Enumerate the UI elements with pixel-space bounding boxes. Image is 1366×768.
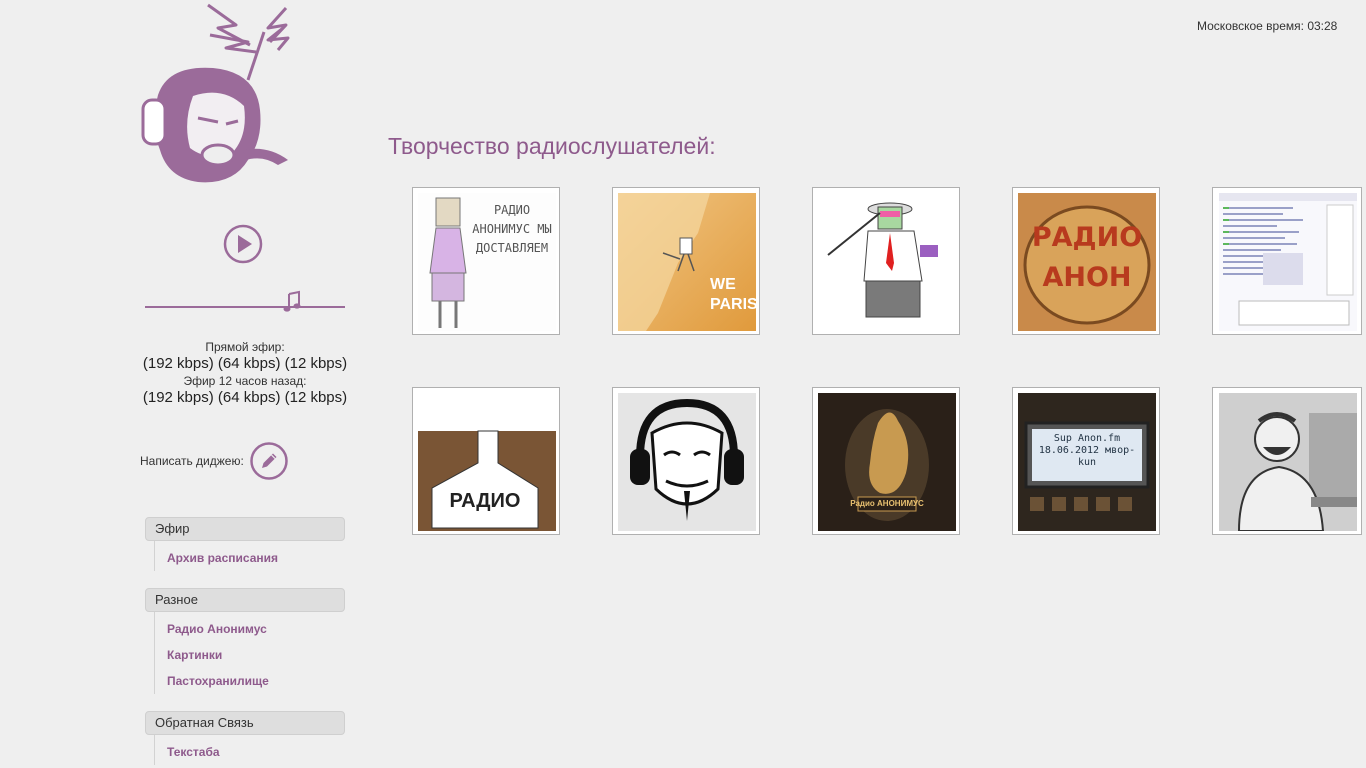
play-button[interactable]: [223, 224, 263, 264]
menu-section-feedback: Обратная Связь Текстаба: [145, 711, 345, 765]
menu-item-textboard[interactable]: Текстаба: [155, 739, 345, 765]
radio-girl-logo[interactable]: [138, 0, 313, 190]
gallery-thumb[interactable]: [1212, 187, 1362, 335]
art-caption: Sup Anon.fm 18.06.2012 мвор-kun: [1038, 433, 1136, 468]
menu-items-feedback: Текстаба: [154, 735, 345, 765]
past-label: Эфир 12 часов назад:: [183, 374, 307, 388]
gallery-thumb[interactable]: Sup Anon.fm 18.06.2012 мвор-kun: [1012, 387, 1160, 535]
stream-links: Прямой эфир: (192 kbps) (64 kbps) (12 kb…: [140, 340, 350, 408]
page-title: Творчество радиослушателей:: [388, 133, 716, 159]
past-streams: (192 kbps) (64 kbps) (12 kbps): [140, 388, 350, 408]
moscow-time-label: Московское время:: [1197, 19, 1304, 33]
art-caption: РАДИО АНОН: [1031, 222, 1143, 293]
volume-track[interactable]: [145, 306, 345, 308]
gallery-thumb[interactable]: WE PARIS: [612, 187, 760, 335]
music-note-icon[interactable]: [283, 290, 303, 314]
live-label: Прямой эфир:: [205, 340, 285, 354]
menu-item-schedule-archive[interactable]: Архив расписания: [155, 545, 345, 571]
menu-header-misc[interactable]: Разное: [145, 588, 345, 612]
art-chat-screenshot: [1219, 193, 1357, 331]
gallery-thumb[interactable]: РАДИО АНОН: [1012, 187, 1160, 335]
gallery-thumb[interactable]: РАДИО АНОНИМУС МЫ ДОСТАВЛЯЕМ: [412, 187, 560, 335]
gallery-thumb[interactable]: [812, 187, 960, 335]
art-radio-anon-pancake: РАДИО АНОН: [1018, 193, 1156, 331]
art-laughing-man: [1219, 393, 1357, 531]
menu-items-efir: Архив расписания: [154, 541, 345, 571]
gallery-thumb[interactable]: [1212, 387, 1362, 535]
art-radio-anonymous-paper: РАДИО АНОНИМУС МЫ ДОСТАВЛЯЕМ: [418, 193, 556, 331]
past-stream-192[interactable]: (192 kbps): [143, 389, 214, 406]
volume-slider[interactable]: [145, 290, 346, 314]
menu-header-efir[interactable]: Эфир: [145, 517, 345, 541]
menu-item-radio-anonymous[interactable]: Радио Анонимус: [155, 616, 345, 642]
menu-section-efir: Эфир Архив расписания: [145, 517, 345, 571]
live-stream-192[interactable]: (192 kbps): [143, 355, 214, 372]
write-dj: Написать диджею:: [140, 440, 288, 482]
moscow-time: Московское время: 03:28: [1197, 19, 1337, 33]
pencil-icon[interactable]: [250, 442, 288, 480]
art-caption: Радио АНОНИМУС: [850, 499, 924, 508]
menu-section-misc: Разное Радио Анонимус Картинки Пастохран…: [145, 588, 345, 694]
past-stream-64[interactable]: (64 kbps): [218, 389, 281, 406]
gallery-thumb[interactable]: РАДИО: [412, 387, 560, 535]
live-stream-64[interactable]: (64 kbps): [218, 355, 281, 372]
write-dj-label: Написать диджею:: [140, 454, 244, 468]
menu-item-paste-storage[interactable]: Пастохранилище: [155, 668, 345, 694]
gallery-thumb[interactable]: Радио АНОНИМУС: [812, 387, 960, 535]
art-rooster-emblem: Радио АНОНИМУС: [818, 393, 956, 531]
art-caption: РАДИО: [449, 490, 521, 512]
menu-items-misc: Радио Анонимус Картинки Пастохранилище: [154, 612, 345, 694]
live-stream-12[interactable]: (12 kbps): [285, 355, 348, 372]
moscow-time-value: 03:28: [1307, 19, 1338, 33]
menu-header-feedback[interactable]: Обратная Связь: [145, 711, 345, 735]
art-we-paris: WE PARIS: [618, 193, 756, 331]
art-guy-fawkes-headphones: [618, 393, 756, 531]
past-stream-12[interactable]: (12 kbps): [285, 389, 348, 406]
menu-item-pictures[interactable]: Картинки: [155, 642, 345, 668]
art-caption: WE PARIS: [710, 276, 756, 313]
live-streams: (192 kbps) (64 kbps) (12 kbps): [140, 354, 350, 374]
gallery-thumb[interactable]: [612, 387, 760, 535]
art-lcd-display: Sup Anon.fm 18.06.2012 мвор-kun: [1018, 393, 1156, 531]
art-caption: РАДИО АНОНИМУС МЫ ДОСТАВЛЯЕМ: [472, 203, 552, 255]
art-radio-bottle: РАДИО: [418, 393, 556, 531]
art-golfer-robot: [818, 193, 956, 331]
